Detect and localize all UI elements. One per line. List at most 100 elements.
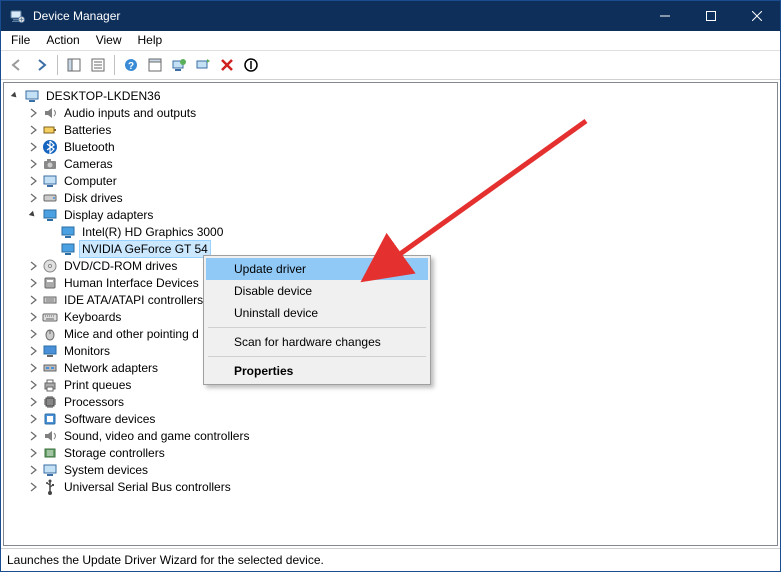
no-expand-icon	[44, 242, 58, 256]
disk-icon	[42, 190, 58, 206]
tree-item-sound[interactable]: Sound, video and game controllers	[8, 427, 777, 444]
chevron-right-icon[interactable]	[26, 310, 40, 324]
status-text: Launches the Update Driver Wizard for th…	[7, 553, 324, 567]
back-button[interactable]	[5, 54, 29, 76]
printer-icon	[42, 377, 58, 393]
chevron-down-icon[interactable]	[26, 208, 40, 222]
menu-help[interactable]: Help	[130, 31, 171, 50]
chevron-right-icon[interactable]	[26, 174, 40, 188]
computer-icon	[42, 173, 58, 189]
chevron-right-icon[interactable]	[26, 123, 40, 137]
context-scan-hardware[interactable]: Scan for hardware changes	[206, 331, 428, 353]
tree-item-bluetooth[interactable]: Bluetooth	[8, 138, 777, 155]
network-icon	[42, 360, 58, 376]
tree-item-cameras[interactable]: Cameras	[8, 155, 777, 172]
battery-icon	[42, 122, 58, 138]
properties-button[interactable]	[86, 54, 110, 76]
menu-action[interactable]: Action	[38, 31, 87, 50]
tree-item-label: Display adapters	[62, 207, 155, 223]
no-expand-icon	[44, 225, 58, 239]
chevron-right-icon[interactable]	[26, 463, 40, 477]
toolbar: ?	[1, 51, 780, 80]
system-icon	[42, 462, 58, 478]
chevron-right-icon[interactable]	[26, 106, 40, 120]
chevron-right-icon[interactable]	[26, 191, 40, 205]
tree-item-label: System devices	[62, 462, 150, 478]
tree-root[interactable]: DESKTOP-LKDEN36	[8, 87, 777, 104]
svg-text:?: ?	[128, 61, 134, 72]
chevron-right-icon[interactable]	[26, 276, 40, 290]
camera-icon	[42, 156, 58, 172]
tree-item-intel-hd[interactable]: Intel(R) HD Graphics 3000	[8, 223, 777, 240]
tree-item-label: Human Interface Devices	[62, 275, 201, 291]
tree-item-display-adapters[interactable]: Display adapters	[8, 206, 777, 223]
context-disable-device[interactable]: Disable device	[206, 280, 428, 302]
chevron-down-icon[interactable]	[8, 89, 22, 103]
show-hide-tree-button[interactable]	[62, 54, 86, 76]
tree-item-label: Mice and other pointing d	[62, 326, 201, 342]
chevron-right-icon[interactable]	[26, 344, 40, 358]
context-update-driver[interactable]: Update driver	[206, 258, 428, 280]
tree-item-system[interactable]: System devices	[8, 461, 777, 478]
tree-item-label: Intel(R) HD Graphics 3000	[80, 224, 225, 240]
forward-button[interactable]	[29, 54, 53, 76]
disable-button[interactable]	[239, 54, 263, 76]
processor-icon	[42, 394, 58, 410]
tree-item-label: NVIDIA GeForce GT 54	[80, 241, 210, 257]
chevron-right-icon[interactable]	[26, 480, 40, 494]
minimize-button[interactable]	[642, 1, 688, 31]
uninstall-button[interactable]	[215, 54, 239, 76]
sound-icon	[42, 428, 58, 444]
ide-icon	[42, 292, 58, 308]
display-adapter-icon	[42, 207, 58, 223]
help-button[interactable]: ?	[119, 54, 143, 76]
mouse-icon	[42, 326, 58, 342]
chevron-right-icon[interactable]	[26, 157, 40, 171]
chevron-right-icon[interactable]	[26, 259, 40, 273]
tree-item-processors[interactable]: Processors	[8, 393, 777, 410]
software-icon	[42, 411, 58, 427]
window-frame: Device Manager File Action View Help	[0, 0, 781, 572]
close-button[interactable]	[734, 1, 780, 31]
tree-item-label: Print queues	[62, 377, 133, 393]
action-tree-button[interactable]	[143, 54, 167, 76]
tree-item-audio[interactable]: Audio inputs and outputs	[8, 104, 777, 121]
tree-item-label: Audio inputs and outputs	[62, 105, 198, 121]
tree-item-usb[interactable]: Universal Serial Bus controllers	[8, 478, 777, 495]
update-driver-button[interactable]	[167, 54, 191, 76]
chevron-right-icon[interactable]	[26, 293, 40, 307]
speaker-icon	[42, 105, 58, 121]
chevron-right-icon[interactable]	[26, 446, 40, 460]
chevron-right-icon[interactable]	[26, 140, 40, 154]
context-properties[interactable]: Properties	[206, 360, 428, 382]
context-separator	[208, 356, 426, 357]
chevron-right-icon[interactable]	[26, 327, 40, 341]
chevron-right-icon[interactable]	[26, 412, 40, 426]
menu-file[interactable]: File	[3, 31, 38, 50]
chevron-right-icon[interactable]	[26, 361, 40, 375]
usb-icon	[42, 479, 58, 495]
maximize-button[interactable]	[688, 1, 734, 31]
tree-item-label: Processors	[62, 394, 126, 410]
keyboard-icon	[42, 309, 58, 325]
chevron-right-icon[interactable]	[26, 429, 40, 443]
context-menu: Update driver Disable device Uninstall d…	[203, 255, 431, 385]
window-title: Device Manager	[33, 1, 642, 31]
tree-item-disk[interactable]: Disk drives	[8, 189, 777, 206]
context-separator	[208, 327, 426, 328]
tree-item-label: Universal Serial Bus controllers	[62, 479, 233, 495]
tree-item-storage[interactable]: Storage controllers	[8, 444, 777, 461]
chevron-right-icon[interactable]	[26, 395, 40, 409]
scan-hardware-button[interactable]	[191, 54, 215, 76]
display-adapter-icon	[60, 241, 76, 257]
titlebar: Device Manager	[1, 1, 780, 31]
menu-view[interactable]: View	[88, 31, 130, 50]
context-uninstall-device[interactable]: Uninstall device	[206, 302, 428, 324]
tree-item-batteries[interactable]: Batteries	[8, 121, 777, 138]
tree-item-software[interactable]: Software devices	[8, 410, 777, 427]
statusbar: Launches the Update Driver Wizard for th…	[1, 548, 780, 571]
tree-item-computer[interactable]: Computer	[8, 172, 777, 189]
bluetooth-icon	[42, 139, 58, 155]
chevron-right-icon[interactable]	[26, 378, 40, 392]
tree-item-label: Computer	[62, 173, 119, 189]
